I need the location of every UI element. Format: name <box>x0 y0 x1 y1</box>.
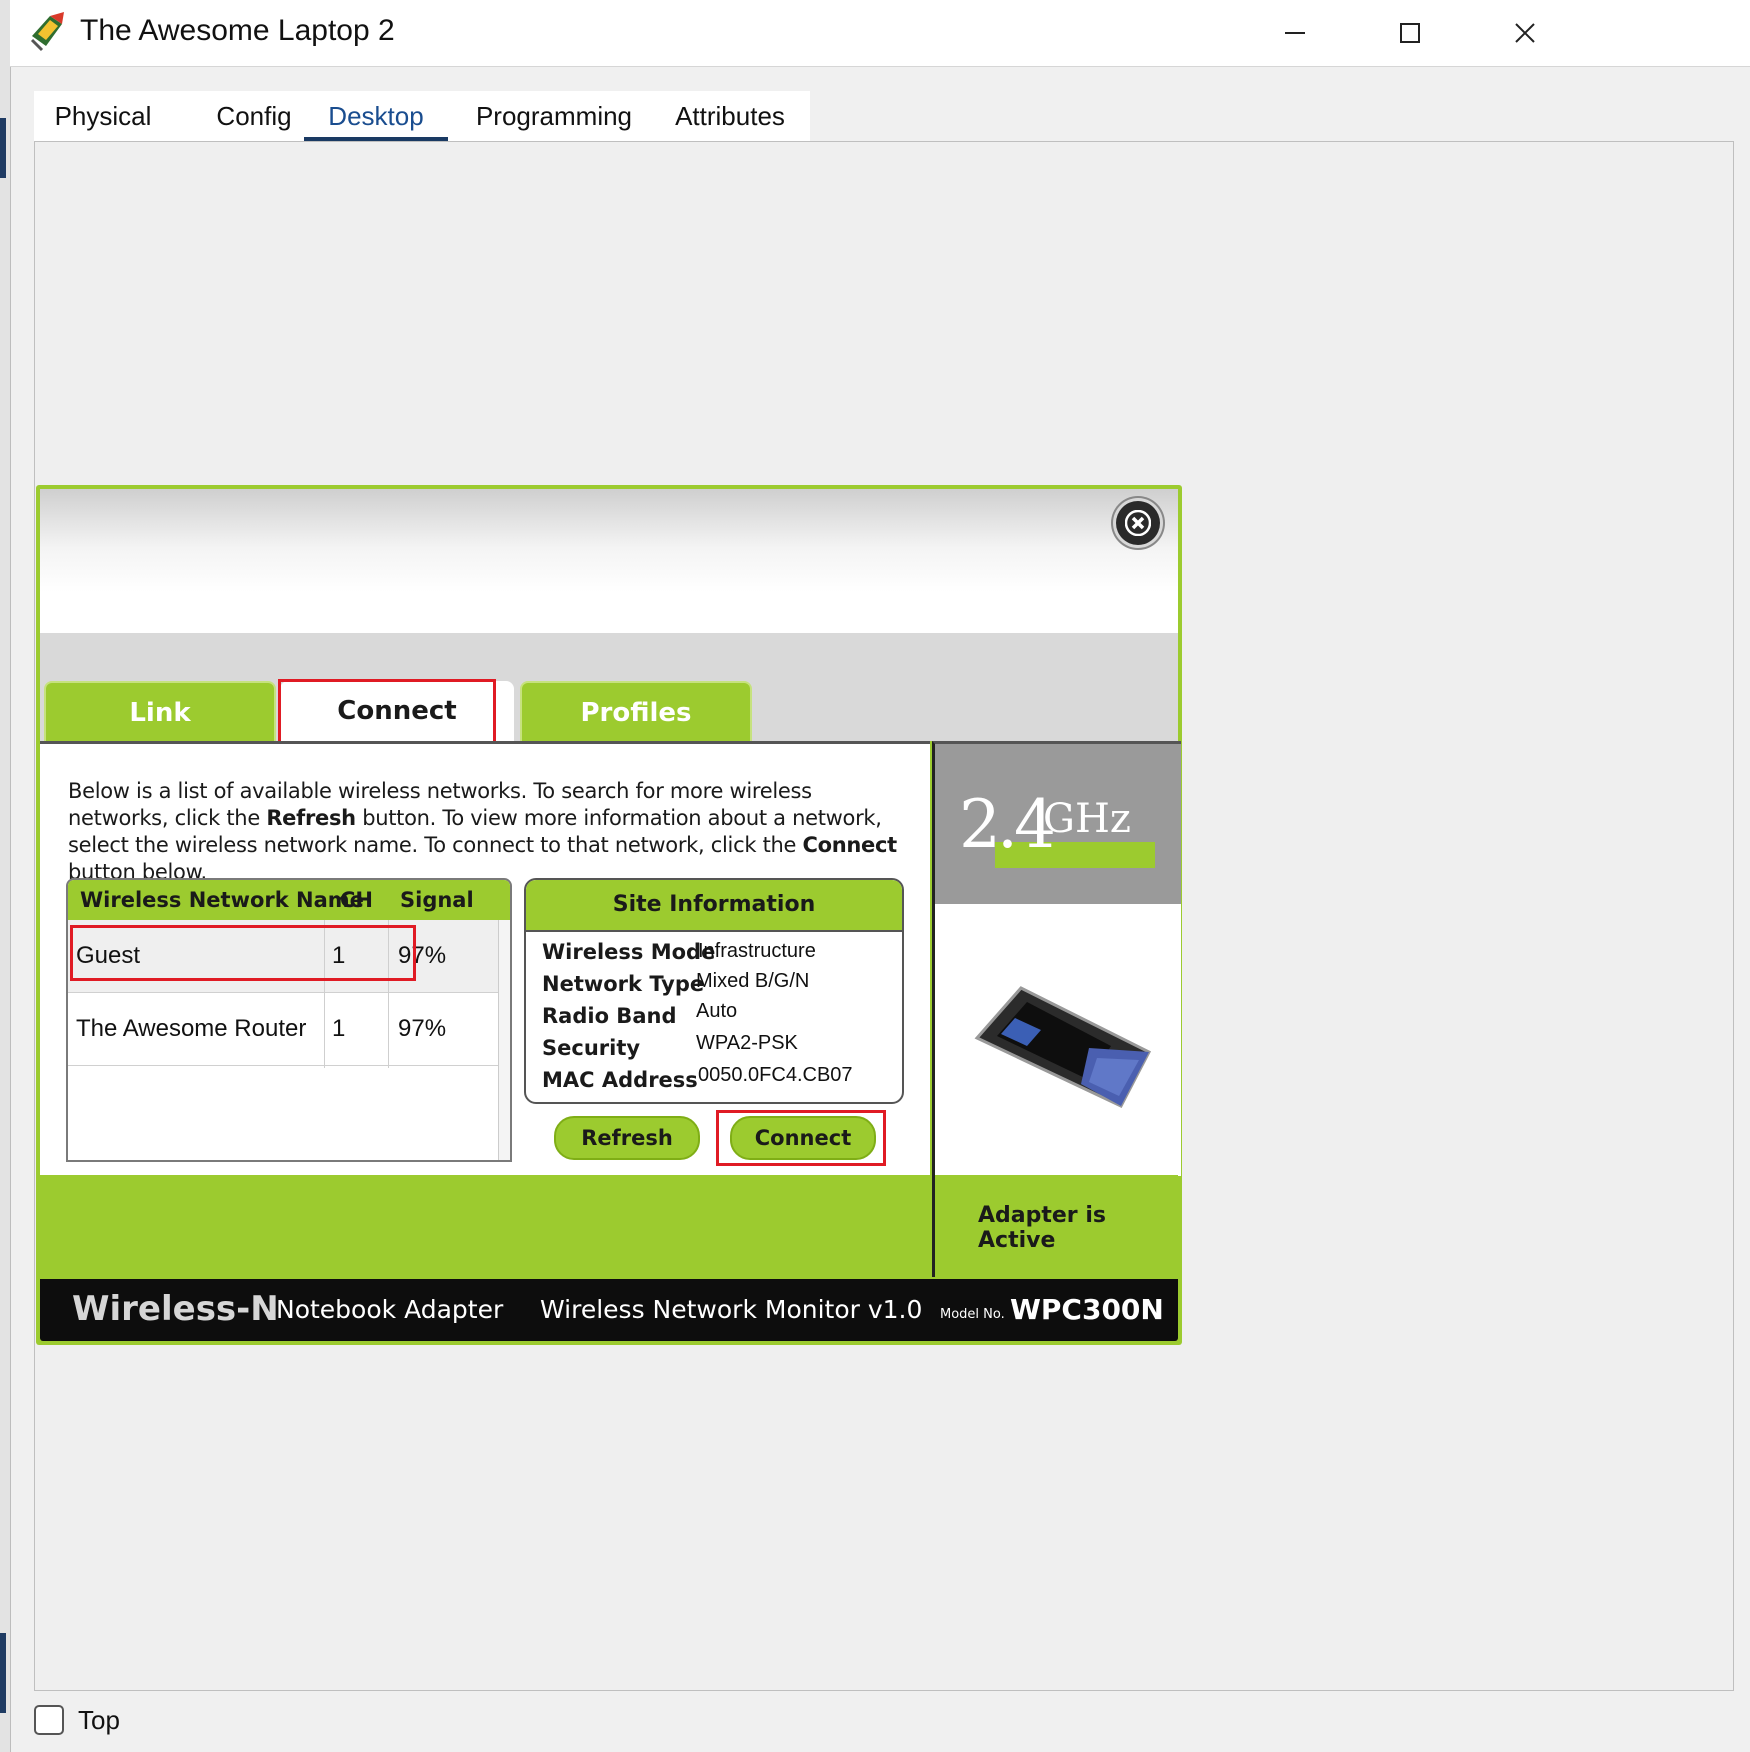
network-signal: 97% <box>398 1015 447 1042</box>
site-information-panel: Site Information Wireless Mode Infrastru… <box>524 878 904 1104</box>
label-wireless-mode: Wireless Mode <box>542 940 716 964</box>
top-checkbox-label: Top <box>78 1705 120 1735</box>
label-radio-band: Radio Band <box>542 1004 677 1028</box>
highlight-guest-row <box>70 925 416 981</box>
label-security: Security <box>542 1036 641 1060</box>
wireless-network-list: Wireless Network Name CH Signal Guest 1 … <box>66 878 512 1162</box>
status-divider <box>932 1175 935 1277</box>
band-number: 2.4 <box>959 786 1056 863</box>
pc-wireless-window: Link Information Connect Profiles Below … <box>36 485 1182 1345</box>
footer-product: Notebook Adapter <box>276 1295 504 1324</box>
column-channel[interactable]: CH <box>340 888 373 912</box>
value-mac-address: 0050.0FC4.CB07 <box>698 1064 853 1086</box>
minimize-icon <box>1285 32 1305 34</box>
tab-desktop[interactable]: Desktop <box>304 91 448 143</box>
device-tab-bar: Physical Config Desktop Programming Attr… <box>34 91 810 143</box>
column-network-name[interactable]: Wireless Network Name <box>80 888 364 912</box>
background-window-sliver <box>0 1633 6 1713</box>
value-network-type: Mixed B/G/N <box>696 970 810 992</box>
label-network-type: Network Type <box>542 972 705 996</box>
tab-profiles[interactable]: Profiles <box>520 681 752 743</box>
value-wireless-mode: Infrastructure <box>698 940 816 962</box>
footer-model-number: WPC300N <box>1010 1293 1164 1326</box>
instructions-text: Below is a list of available wireless ne… <box>68 779 897 884</box>
label-mac-address: MAC Address <box>542 1068 698 1092</box>
refresh-button[interactable]: Refresh <box>554 1116 700 1160</box>
value-radio-band: Auto <box>696 1000 738 1022</box>
site-information-title: Site Information <box>526 880 902 932</box>
tab-physical[interactable]: Physical <box>34 91 172 141</box>
pc-wireless-header <box>40 489 1178 637</box>
status-bar: Adapter is Active <box>40 1175 1178 1277</box>
packet-tracer-laptop-icon <box>28 10 70 52</box>
band-unit: GHz <box>1043 796 1131 842</box>
adapter-status-text: Adapter is Active <box>978 1203 1106 1253</box>
maximize-button[interactable] <box>1375 10 1445 56</box>
network-channel: 1 <box>332 1015 346 1042</box>
top-checkbox[interactable] <box>34 1705 64 1735</box>
tab-programming[interactable]: Programming <box>464 91 644 141</box>
pc-wireless-close-button[interactable] <box>1116 501 1160 545</box>
network-row-awesome-router[interactable]: The Awesome Router 1 97% <box>68 993 498 1066</box>
title-bar: The Awesome Laptop 2 <box>10 0 1750 67</box>
window-title: The Awesome Laptop 2 <box>80 14 395 47</box>
wireless-adapter-card-image <box>974 986 1152 1108</box>
tab-attributes[interactable]: Attributes <box>660 91 800 141</box>
network-name: The Awesome Router <box>76 1015 307 1042</box>
highlight-connect-button <box>716 1110 886 1166</box>
band-badge: 2.4 GHz <box>935 744 1181 904</box>
left-window-edge <box>0 0 11 1752</box>
maximize-icon <box>1400 23 1420 43</box>
tab-config[interactable]: Config <box>194 91 314 141</box>
close-window-button[interactable] <box>1490 10 1560 56</box>
footer-monitor-version: Wireless Network Monitor v1.0 <box>540 1295 923 1324</box>
connect-panel: Below is a list of available wireless ne… <box>40 741 930 1176</box>
footer-brand: Wireless-N <box>72 1289 279 1329</box>
value-security: WPA2-PSK <box>696 1032 798 1054</box>
product-footer: Wireless-N Notebook Adapter Wireless Net… <box>40 1279 1178 1341</box>
footer-model-label: Model No. <box>940 1307 1005 1322</box>
network-list-header: Wireless Network Name CH Signal <box>68 880 510 920</box>
network-list-scrollbar[interactable] <box>498 920 510 1160</box>
column-signal[interactable]: Signal <box>400 888 474 912</box>
close-icon <box>1515 23 1535 43</box>
minimize-button[interactable] <box>1260 10 1330 56</box>
highlight-connect-tab <box>278 679 496 745</box>
tab-link-information[interactable]: Link Information <box>44 681 276 788</box>
close-circle-icon <box>1125 510 1151 536</box>
adapter-side-panel: 2.4 GHz <box>932 741 1181 1176</box>
background-window-sliver <box>0 118 6 178</box>
